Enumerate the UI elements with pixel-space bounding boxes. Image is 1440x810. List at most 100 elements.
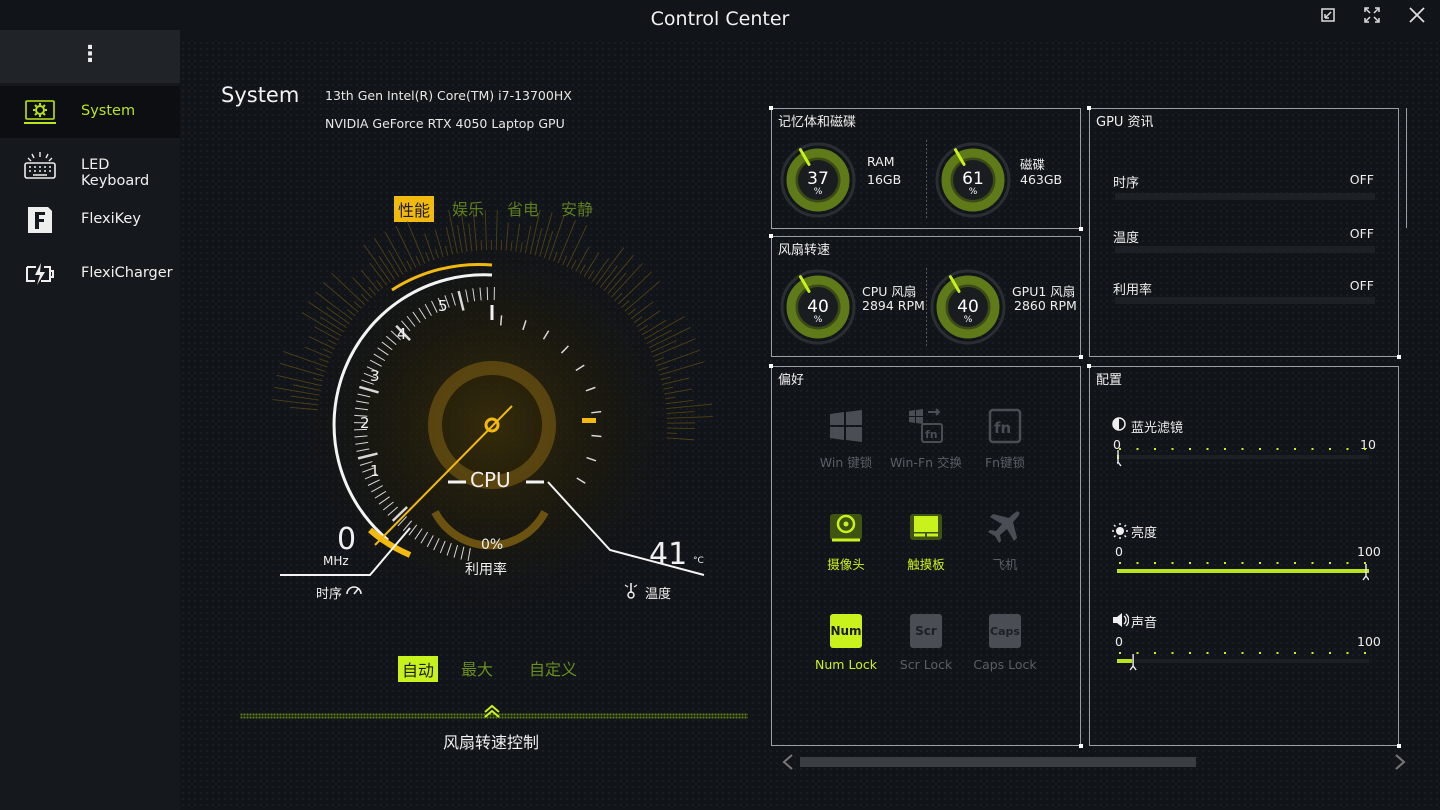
gpu-clock-bar (1115, 193, 1375, 200)
scroll-left-icon[interactable] (781, 753, 795, 771)
system-gear-icon (24, 100, 56, 124)
brightness-slider[interactable] (1117, 562, 1369, 581)
gauge-marker (582, 418, 596, 423)
caps-lock-button[interactable]: Caps Caps Lock (965, 611, 1045, 675)
volume-icon (1113, 613, 1129, 627)
slider-dot (1224, 652, 1226, 654)
num-lock-button[interactable]: Num Num Lock (806, 611, 886, 675)
gpu-fan-rpm: 2860 RPM (1014, 298, 1077, 313)
slider-dot (1311, 562, 1314, 564)
restore-icon (1321, 8, 1335, 22)
win-fn-swap-label: Win-Fn 交换 (889, 455, 963, 470)
scroll-lock-button[interactable]: Scr Scr Lock (886, 611, 966, 675)
gauge-tick-label: 3 (370, 367, 380, 385)
app-title: Control Center (650, 8, 790, 30)
close-icon (1409, 7, 1425, 23)
slider-dot (1294, 562, 1296, 564)
volume-slider[interactable] (1117, 652, 1369, 671)
win-fn-swap-icon: fn (909, 408, 943, 443)
slider-dot (1206, 562, 1209, 564)
volume-max: 100 (1357, 634, 1381, 649)
sidebar-item-led-keyboard[interactable]: LED Keyboard (0, 140, 180, 192)
sidebar-item-system[interactable]: System (0, 86, 180, 138)
thermometer-icon (624, 583, 638, 599)
svg-text:Num: Num (830, 624, 861, 638)
next-panel-edge (1406, 108, 1419, 228)
slider-dot (1346, 652, 1349, 654)
fan-mode-max[interactable]: 最大 (461, 656, 493, 680)
scroll-lock-label: Scr Lock (899, 657, 953, 672)
gpu-usage-value: OFF (1349, 278, 1374, 293)
svg-text:Caps: Caps (990, 625, 1020, 638)
close-button[interactable] (1405, 6, 1429, 28)
touchpad-button[interactable]: 触摸板 (886, 508, 966, 572)
svg-text:fn: fn (994, 419, 1011, 437)
slider-dot (1154, 562, 1156, 564)
windows-icon (830, 410, 862, 442)
gpu-clock-label: 时序 (1113, 176, 1140, 191)
speedometer-icon (346, 586, 362, 595)
slider-dot (1189, 652, 1191, 654)
temperature-value: 41 (649, 537, 688, 572)
slider-dot (1189, 448, 1191, 450)
slider-dot (1346, 448, 1349, 450)
cpu-fan-percent: 40 (807, 297, 829, 317)
fan-mode-auto[interactable]: 自动 (398, 656, 439, 682)
slider-dot (1171, 562, 1174, 564)
slider-dot (1259, 448, 1261, 450)
gpu-fan-percent: 40 (957, 297, 979, 317)
brightness-min: 0 (1115, 544, 1123, 559)
fan-control-label[interactable]: 风扇转速控制 (443, 729, 539, 753)
slider-dot (1206, 652, 1209, 654)
fan-mode-custom[interactable]: 自定义 (529, 656, 577, 680)
scroll-right-icon[interactable] (1393, 753, 1407, 771)
slider-dot (1171, 652, 1174, 654)
blue-light-slider[interactable] (1117, 448, 1369, 467)
slider-dot (1294, 652, 1296, 654)
fn-key-lock-button[interactable]: fn Fn键锁 (965, 406, 1045, 470)
slider-dot (1329, 562, 1331, 564)
slider-dot (1294, 448, 1296, 450)
panel-title: 风扇转速 (778, 243, 831, 258)
fn-lock-icon: fn (988, 408, 1022, 444)
gpu-usage-bar (1115, 297, 1375, 304)
slider-dot (1364, 448, 1366, 450)
airplane-mode-button[interactable]: 飞机 (965, 508, 1045, 572)
slider-dot (1276, 448, 1279, 450)
camera-button[interactable]: 摄像头 (806, 508, 886, 572)
gauge-tick-label: 4 (397, 325, 407, 343)
slider-dot (1329, 448, 1331, 450)
frequency-value: 0 (337, 522, 357, 557)
fn-key-lock-label: Fn键锁 (984, 455, 1026, 470)
gauge-center-label: CPU (470, 468, 511, 492)
gpu-temp-bar (1115, 246, 1375, 253)
gauge-right-tick (499, 315, 503, 326)
sidebar-item-flexicharger[interactable]: FlexiCharger (0, 248, 180, 300)
num-lock-label: Num Lock (815, 657, 877, 672)
disk-size: 463GB (1020, 172, 1063, 187)
slider-dot (1276, 652, 1279, 654)
horizontal-scrollbar[interactable] (800, 757, 1196, 767)
win-key-lock-button[interactable]: Win 键锁 (806, 406, 886, 470)
maximize-button[interactable] (1360, 6, 1384, 28)
gpu-temp-value: OFF (1349, 226, 1374, 241)
charger-icon (26, 263, 54, 285)
sidebar-item-flexikey[interactable]: FlexiKey (0, 194, 180, 246)
slider-dot (1311, 448, 1314, 450)
slider-dot (1154, 652, 1156, 654)
restore-button[interactable] (1316, 6, 1340, 28)
gauge-tick-label: 2 (360, 414, 370, 432)
title-bar: Control Center (0, 0, 1440, 36)
panel-title: 记忆体和磁碟 (778, 115, 857, 130)
slider-dot (1224, 562, 1226, 564)
sidebar: ⋮ System LED Keyboard FlexiKey FlexiChar… (0, 30, 180, 810)
chevron-up-icon[interactable] (483, 704, 501, 718)
volume-min: 0 (1115, 634, 1123, 649)
menu-button[interactable]: ⋮ (0, 30, 180, 83)
ram-size: 16GB (867, 172, 902, 187)
gauge-tick-label: 1 (370, 462, 380, 480)
slider-dot (1241, 448, 1244, 450)
slider-dot (1189, 562, 1191, 564)
win-fn-swap-button[interactable]: fn Win-Fn 交换 (886, 406, 966, 470)
slider-fill (1117, 569, 1369, 573)
